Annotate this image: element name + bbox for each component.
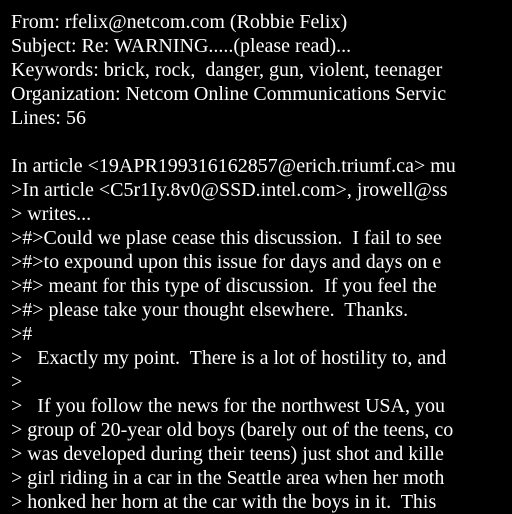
quoted-line: ># — [11, 323, 33, 345]
header-keywords: Keywords: brick, rock, danger, gun, viol… — [11, 59, 443, 81]
header-organization: Organization: Netcom Online Communicatio… — [11, 83, 447, 105]
header-lines: Lines: 56 — [11, 107, 86, 129]
quoted-line: > — [11, 371, 23, 393]
quoted-line: > girl riding in a car in the Seattle ar… — [11, 467, 445, 489]
quoted-line: >#>Could we plase cease this discussion.… — [11, 227, 442, 249]
quoted-line: > group of 20-year old boys (barely out … — [11, 419, 454, 441]
usenet-message-body: From: rfelix@netcom.com (Robbie Felix) S… — [11, 10, 512, 514]
quoted-line: > Exactly my point. There is a lot of ho… — [11, 347, 447, 369]
attribution-line: In article <19APR199316162857@erich.triu… — [11, 155, 456, 177]
header-subject: Subject: Re: WARNING.....(please read)..… — [11, 35, 352, 57]
quoted-line: >#> meant for this type of discussion. I… — [11, 275, 437, 297]
quoted-line: >In article <C5r1Iy.8v0@SSD.intel.com>, … — [11, 179, 448, 201]
quoted-line: > If you follow the news for the northwe… — [11, 395, 445, 417]
quoted-line: > was developed during their teens) just… — [11, 443, 444, 465]
quoted-line: > honked her horn at the car with the bo… — [11, 491, 437, 513]
quoted-line: > writes... — [11, 203, 92, 225]
quoted-line: >#>to expound upon this issue for days a… — [11, 251, 442, 273]
header-from: From: rfelix@netcom.com (Robbie Felix) — [11, 11, 348, 33]
quoted-line: >#> please take your thought elsewhere. … — [11, 299, 409, 321]
